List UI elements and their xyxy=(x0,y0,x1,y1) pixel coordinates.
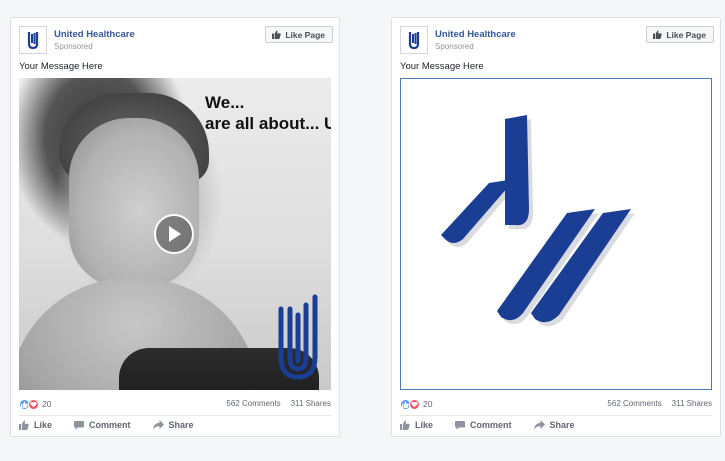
heart-icon xyxy=(409,398,420,410)
page-avatar[interactable] xyxy=(19,26,47,54)
thumbs-up-icon xyxy=(400,420,410,430)
like-button[interactable]: Like xyxy=(400,420,433,430)
sponsored-label: Sponsored xyxy=(435,42,474,51)
post-actions: Like Comment Share xyxy=(19,420,216,430)
comment-icon xyxy=(455,421,466,430)
reaction-count: 20 xyxy=(42,399,52,409)
uhc-brand-logo xyxy=(278,294,318,380)
like-page-button[interactable]: Like Page xyxy=(265,26,333,43)
actions-divider xyxy=(400,415,712,416)
play-button[interactable] xyxy=(154,214,194,254)
shares-count-link[interactable]: 311 Shares xyxy=(672,399,712,408)
comment-label: Comment xyxy=(470,420,512,430)
post-header: United Healthcare Sponsored Like Page xyxy=(19,26,333,54)
play-icon xyxy=(169,226,181,242)
ad-post-image: United Healthcare Sponsored Like Page Yo… xyxy=(391,17,721,437)
share-label: Share xyxy=(168,420,194,430)
uhc-logo-icon xyxy=(27,32,39,50)
comments-count-link[interactable]: 562 Comments xyxy=(226,399,280,408)
page-avatar[interactable] xyxy=(400,26,428,54)
share-label: Share xyxy=(549,420,575,430)
like-label: Like xyxy=(415,420,434,430)
like-button[interactable]: Like xyxy=(19,420,52,430)
share-icon xyxy=(152,420,164,430)
photo-face xyxy=(69,118,199,288)
headline-line-1: We... xyxy=(205,93,245,112)
uhc-3d-logo-graphic xyxy=(441,115,635,327)
ad-headline: We... are all about... U. xyxy=(205,92,331,134)
like-label: Like xyxy=(34,420,53,430)
heart-icon xyxy=(28,398,39,410)
headline-line-2: are all about... U. xyxy=(205,114,331,133)
ad-post-video: United Healthcare Sponsored Like Page Yo… xyxy=(10,17,340,437)
comment-icon xyxy=(74,421,85,430)
post-actions: Like Comment Share xyxy=(400,420,597,430)
thumbs-up-icon xyxy=(272,30,282,39)
comments-count-link[interactable]: 562 Comments xyxy=(607,399,661,408)
post-message: Your Message Here xyxy=(400,61,484,72)
thumbs-up-icon xyxy=(19,420,29,430)
sponsored-label: Sponsored xyxy=(54,42,93,51)
page-name-link[interactable]: United Healthcare xyxy=(435,29,516,40)
ad-image[interactable] xyxy=(400,78,712,390)
uhc-logo-icon xyxy=(408,32,420,50)
page-name-link[interactable]: United Healthcare xyxy=(54,29,135,40)
reaction-count: 20 xyxy=(423,399,433,409)
share-icon xyxy=(533,420,545,430)
reactions-summary[interactable]: 20 xyxy=(19,398,51,410)
video-thumbnail[interactable]: We... are all about... U. xyxy=(19,78,331,390)
thumbs-up-icon xyxy=(653,30,663,39)
like-page-button[interactable]: Like Page xyxy=(646,26,714,43)
comment-button[interactable]: Comment xyxy=(74,420,131,430)
like-page-label: Like Page xyxy=(666,29,706,40)
reactions-summary[interactable]: 20 xyxy=(400,398,432,410)
post-header: United Healthcare Sponsored Like Page xyxy=(400,26,714,54)
post-stats: 562 Comments 311 Shares xyxy=(607,399,712,408)
post-message: Your Message Here xyxy=(19,61,103,72)
actions-divider xyxy=(19,415,331,416)
like-page-label: Like Page xyxy=(285,29,325,40)
post-stats: 562 Comments 311 Shares xyxy=(226,399,331,408)
comment-button[interactable]: Comment xyxy=(455,420,512,430)
comment-label: Comment xyxy=(89,420,131,430)
share-button[interactable]: Share xyxy=(152,420,194,430)
shares-count-link[interactable]: 311 Shares xyxy=(291,399,331,408)
share-button[interactable]: Share xyxy=(533,420,575,430)
